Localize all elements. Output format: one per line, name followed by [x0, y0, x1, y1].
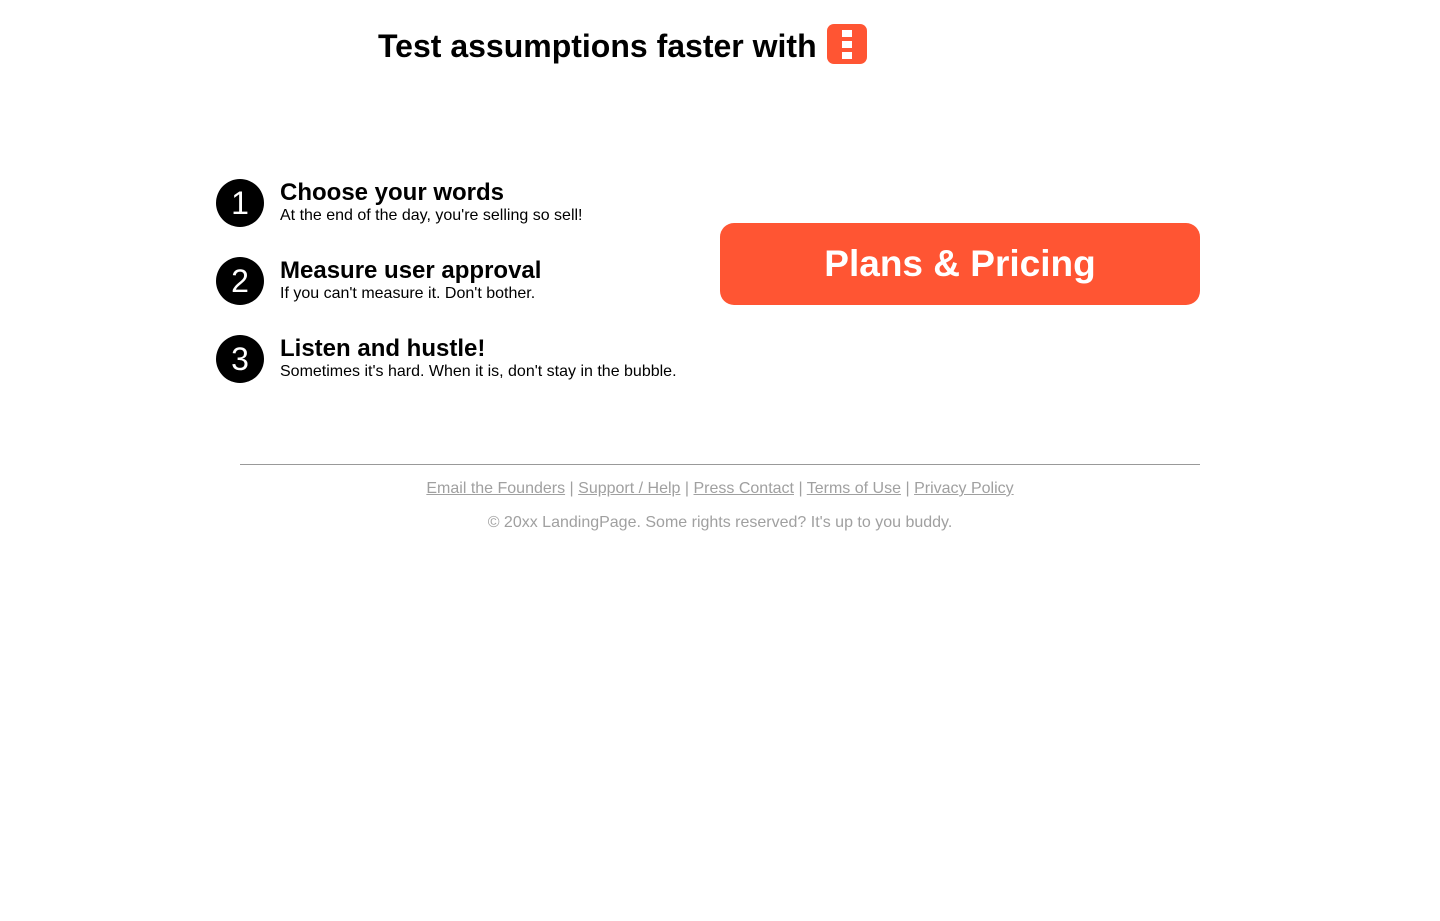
plans-pricing-button[interactable]: Plans & Pricing — [720, 223, 1200, 305]
step-description: At the end of the day, you're selling so… — [280, 207, 583, 224]
step-item: 1 Choose your words At the end of the da… — [216, 179, 696, 227]
press-contact-link[interactable]: Press Contact — [694, 480, 794, 497]
steps-list: 1 Choose your words At the end of the da… — [216, 179, 696, 413]
footer-divider — [240, 464, 1200, 465]
privacy-policy-link[interactable]: Privacy Policy — [914, 480, 1014, 497]
step-number-badge: 2 — [216, 257, 264, 305]
step-title: Measure user approval — [280, 257, 542, 284]
step-title: Listen and hustle! — [280, 335, 486, 362]
step-text: Measure user approval If you can't measu… — [280, 257, 541, 303]
step-description: Sometimes it's hard. When it is, don't s… — [280, 363, 677, 380]
footer-links: Email the Founders | Support / Help | Pr… — [0, 479, 1440, 499]
copyright-text: © 20xx LandingPage. Some rights reserved… — [487, 514, 953, 531]
step-title: Choose your words — [280, 179, 505, 206]
email-founders-link[interactable]: Email the Founders — [426, 480, 565, 497]
page-title: Test assumptions faster with — [378, 28, 817, 64]
step-text: Listen and hustle! Sometimes it's hard. … — [280, 335, 677, 381]
link-separator: | — [905, 480, 915, 497]
step-description: If you can't measure it. Don't bother. — [280, 285, 536, 302]
step-item: 2 Measure user approval If you can't mea… — [216, 257, 696, 305]
support-help-link[interactable]: Support / Help — [578, 480, 680, 497]
link-separator: | — [569, 480, 579, 497]
step-text: Choose your words At the end of the day,… — [280, 179, 583, 225]
logo-icon — [826, 24, 867, 64]
link-separator: | — [684, 480, 694, 497]
step-item: 3 Listen and hustle! Sometimes it's hard… — [216, 335, 696, 383]
step-number-badge: 1 — [216, 179, 264, 227]
terms-of-use-link[interactable]: Terms of Use — [807, 480, 901, 497]
page-header: Test assumptions faster with — [378, 24, 867, 68]
step-number-badge: 3 — [216, 335, 264, 383]
link-separator: | — [798, 480, 807, 497]
